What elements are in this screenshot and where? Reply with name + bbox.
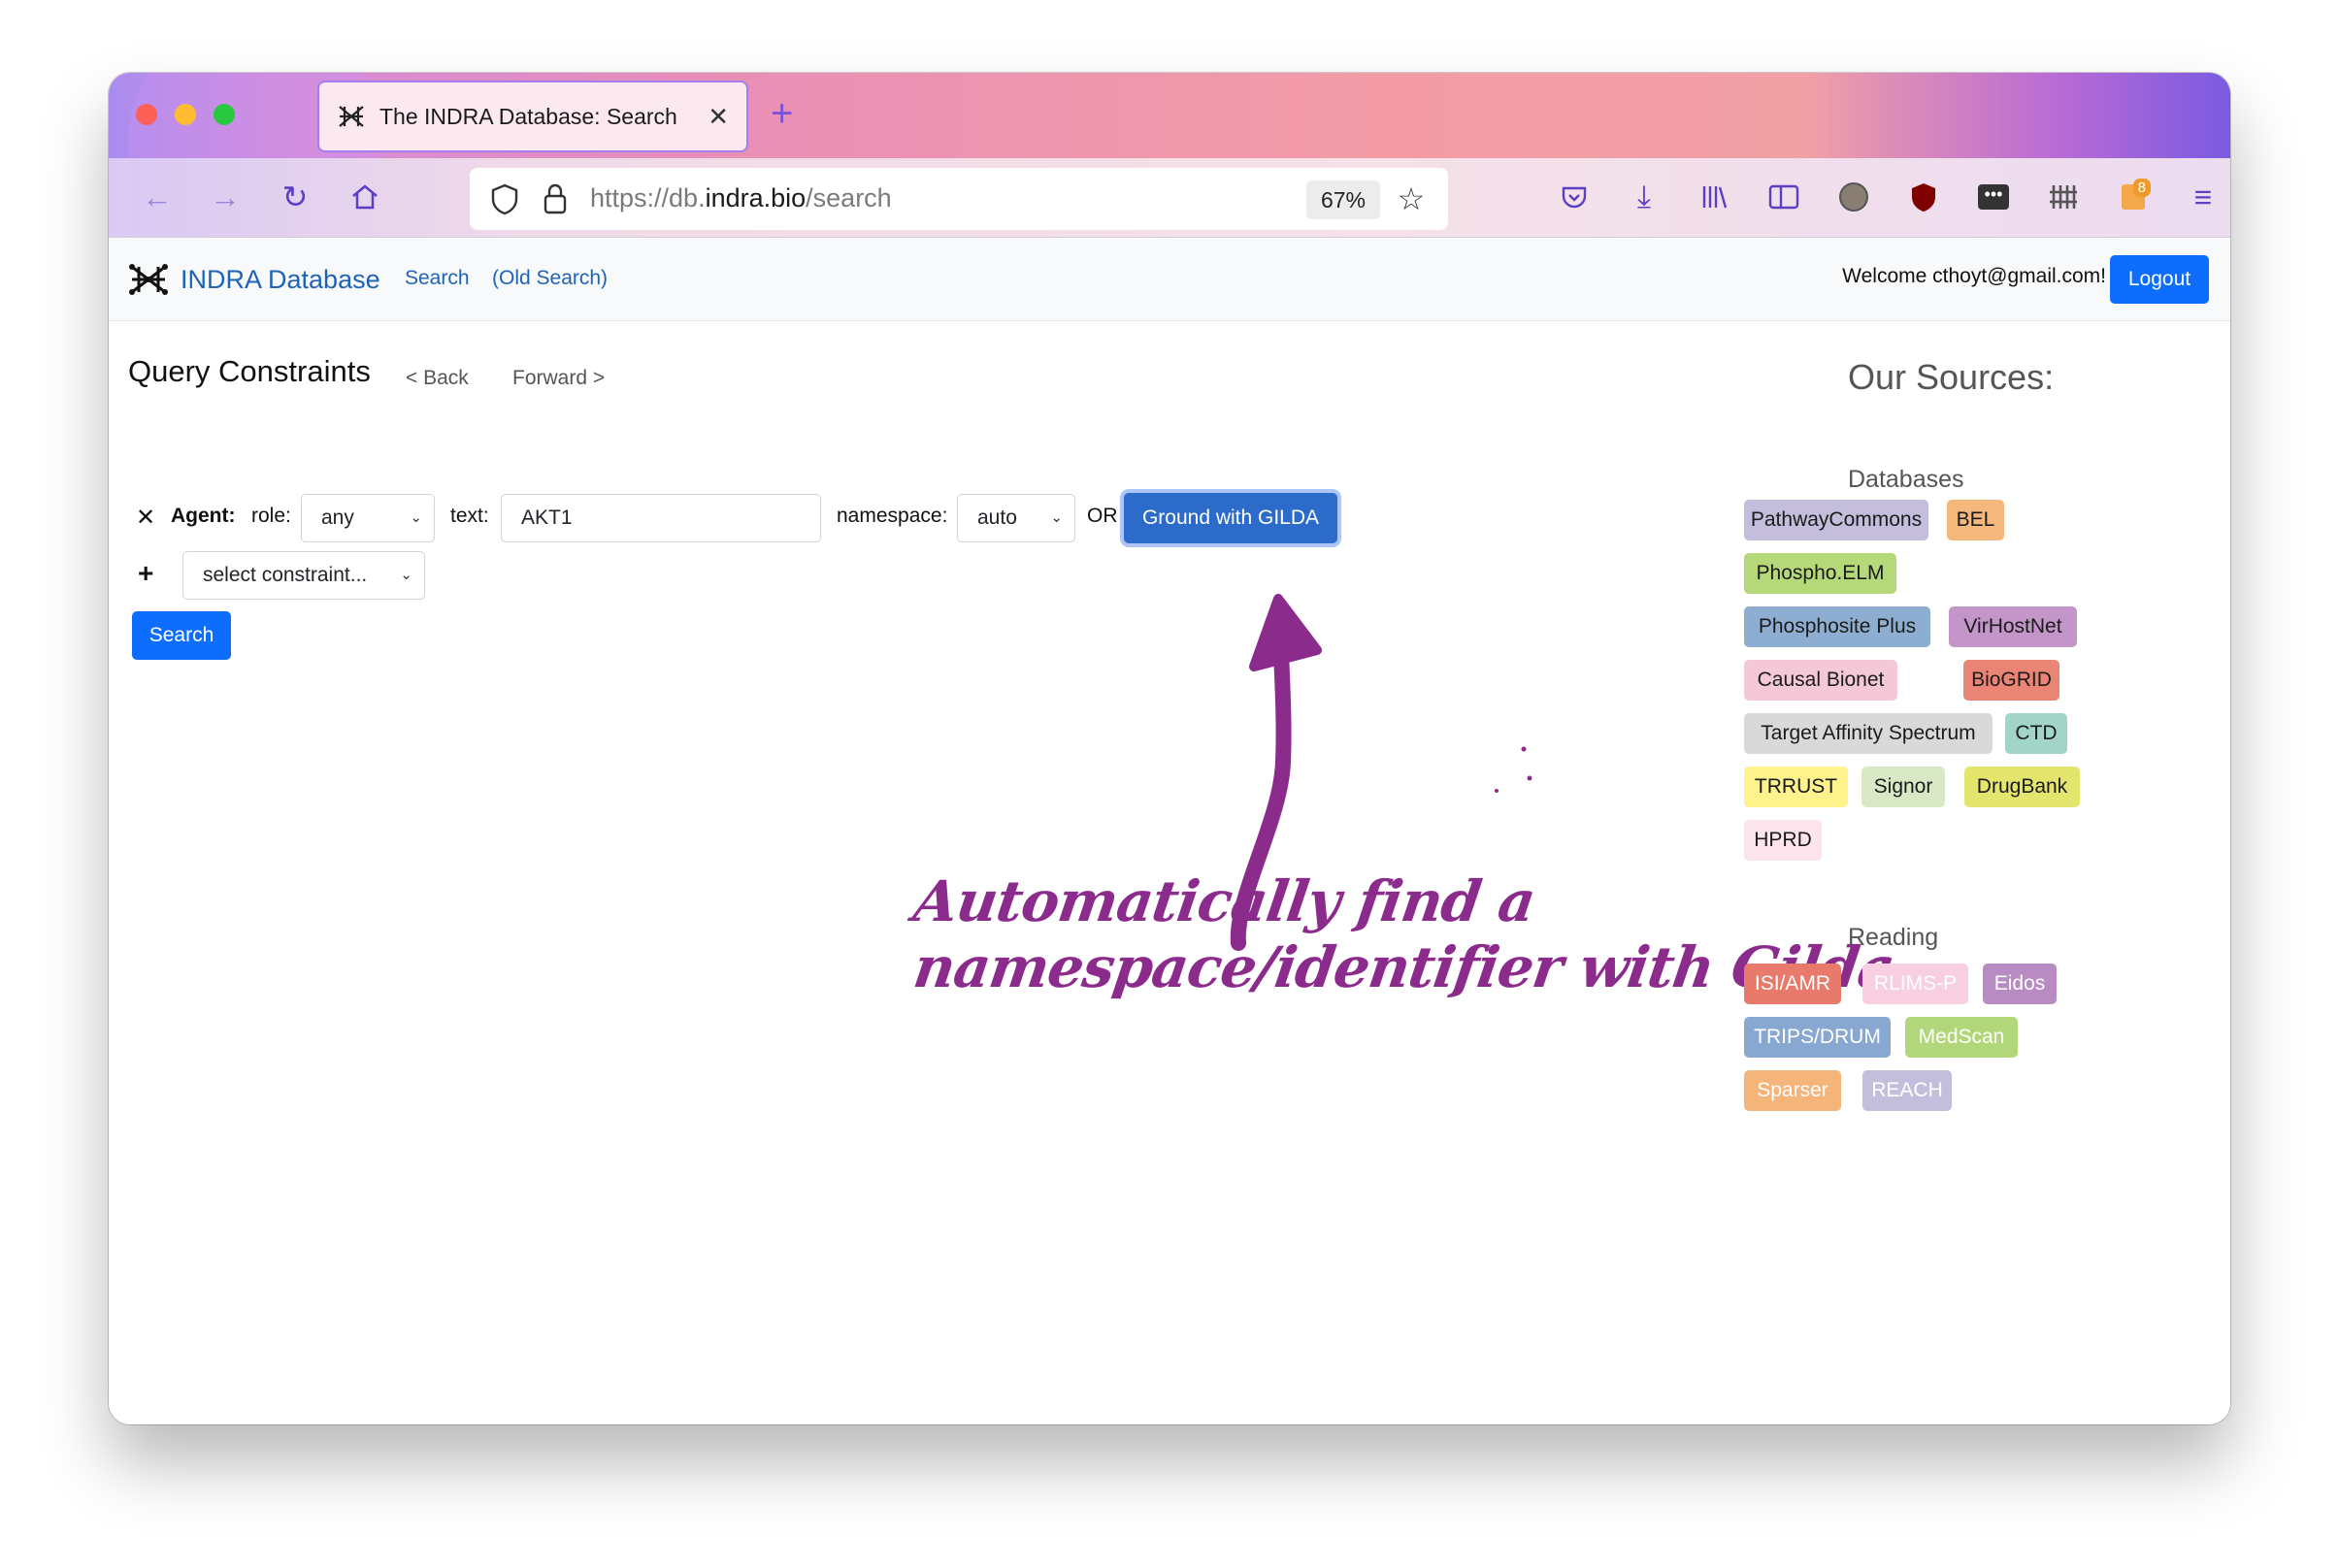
sources-title: Our Sources: [1848, 357, 2055, 397]
search-button[interactable]: Search [132, 611, 231, 660]
database-badge[interactable]: DrugBank [1964, 767, 2080, 807]
welcome-text: Welcome cthoyt@gmail.com! [1842, 265, 2106, 287]
database-badge[interactable]: Target Affinity Spectrum [1744, 713, 1993, 754]
bookmark-star-icon[interactable]: ☆ [1392, 180, 1431, 218]
namespace-select[interactable]: auto ⌄ [957, 494, 1075, 542]
sidebar-icon[interactable] [1764, 178, 1803, 216]
databases-title: Databases [1848, 466, 1964, 493]
ublock-icon[interactable] [1904, 178, 1943, 216]
reading-title: Reading [1848, 924, 1939, 951]
reading-badge[interactable]: MedScan [1905, 1017, 2018, 1058]
url-bar[interactable]: https://db.indra.bio/search 67% ☆ [470, 168, 1448, 230]
nav-search-link[interactable]: Search [405, 267, 470, 290]
nav-old-search-link[interactable]: (Old Search) [492, 267, 608, 290]
chevron-down-icon: ⌄ [400, 567, 412, 583]
extension-basket-icon[interactable]: 8 [2114, 178, 2153, 216]
database-badge[interactable]: Phosphosite Plus [1744, 606, 1930, 647]
database-badge[interactable]: BEL [1947, 500, 2004, 540]
active-tab[interactable]: The INDRA Database: Search ✕ [317, 81, 748, 152]
database-badge[interactable]: CTD [2005, 713, 2067, 754]
logout-button[interactable]: Logout [2110, 255, 2209, 304]
agent-text-input[interactable]: AKT1 [501, 494, 821, 542]
reading-badge[interactable]: Eidos [1983, 964, 2057, 1004]
close-window-button[interactable] [136, 104, 157, 125]
indra-logo-icon [129, 264, 168, 295]
menu-hamburger-icon[interactable]: ≡ [2184, 178, 2223, 216]
constraint-select[interactable]: select constraint... ⌄ [182, 551, 425, 600]
forward-arrow-icon[interactable]: → [206, 178, 245, 216]
database-badge[interactable]: Phospho.ELM [1744, 553, 1896, 594]
pocket-icon[interactable] [1555, 178, 1594, 216]
text-label: text: [450, 505, 489, 527]
database-badge[interactable]: Causal Bionet [1744, 660, 1897, 701]
indra-logo-icon [339, 106, 364, 127]
tab-title: The INDRA Database: Search [379, 103, 677, 129]
close-tab-icon[interactable]: ✕ [708, 102, 729, 132]
downloads-icon[interactable]: ⤓ [1625, 178, 1664, 216]
forward-link[interactable]: Forward > [512, 367, 605, 390]
annotation-dots [1495, 746, 1532, 793]
tab-strip: The INDRA Database: Search ✕ + [109, 73, 2230, 267]
add-constraint-icon[interactable]: + [138, 558, 153, 589]
database-badge[interactable]: BioGRID [1963, 660, 2059, 701]
site-navbar: INDRA Database Search (Old Search) Welco… [109, 238, 2230, 321]
remove-constraint-icon[interactable]: ✕ [136, 504, 155, 532]
chevron-down-icon: ⌄ [1050, 509, 1063, 526]
reading-badge[interactable]: REACH [1862, 1070, 1952, 1111]
reload-icon[interactable]: ↻ [276, 178, 314, 216]
library-icon[interactable] [1695, 178, 1733, 216]
query-constraints-title: Query Constraints [128, 354, 371, 388]
extension-count-badge: 8 [2132, 179, 2151, 197]
reading-badge[interactable]: TRIPS/DRUM [1744, 1017, 1891, 1058]
lock-icon[interactable] [536, 180, 575, 218]
role-select[interactable]: any ⌄ [301, 494, 435, 542]
database-badge[interactable]: PathwayCommons [1744, 500, 1928, 540]
database-badge[interactable]: HPRD [1744, 820, 1822, 861]
database-badge[interactable]: VirHostNet [1949, 606, 2077, 647]
url-text: https://db.indra.bio/search [590, 183, 892, 212]
ground-with-gilda-button[interactable]: Ground with GILDA [1124, 493, 1337, 543]
agent-label: Agent: [171, 505, 236, 527]
minimize-window-button[interactable] [175, 104, 196, 125]
reading-badge[interactable]: Sparser [1744, 1070, 1841, 1111]
reading-badge[interactable]: RLIMS-P [1862, 964, 1968, 1004]
database-badge[interactable]: Signor [1861, 767, 1945, 807]
shield-icon[interactable] [485, 180, 524, 218]
namespace-label: namespace: [837, 505, 948, 527]
zoom-level[interactable]: 67% [1306, 180, 1380, 219]
or-label: OR [1087, 505, 1118, 527]
extension-grid-icon[interactable] [2044, 178, 2083, 216]
chevron-down-icon: ⌄ [410, 509, 422, 526]
page-content: INDRA Database Search (Old Search) Welco… [109, 238, 2230, 1424]
database-badge[interactable]: TRRUST [1744, 767, 1848, 807]
zoom-window-button[interactable] [214, 104, 235, 125]
back-arrow-icon[interactable]: ← [138, 178, 177, 216]
brand[interactable]: INDRA Database [128, 259, 380, 300]
home-icon[interactable] [346, 178, 384, 216]
role-label: role: [251, 505, 291, 527]
brand-title: INDRA Database [181, 264, 380, 294]
browser-window: The INDRA Database: Search ✕ + ← → ↻ htt… [109, 73, 2230, 1424]
extension-dots-icon[interactable]: ••• [1974, 178, 2013, 216]
reading-badge[interactable]: ISI/AMR [1744, 964, 1841, 1004]
browser-toolbar: ← → ↻ https://db.indra.bio/search 67% ☆ … [109, 158, 2230, 238]
annotation-text-line1: Automatically find a [909, 868, 1539, 934]
new-tab-button[interactable]: + [771, 92, 793, 136]
back-link[interactable]: < Back [406, 367, 469, 390]
account-avatar-icon[interactable] [1834, 178, 1873, 216]
